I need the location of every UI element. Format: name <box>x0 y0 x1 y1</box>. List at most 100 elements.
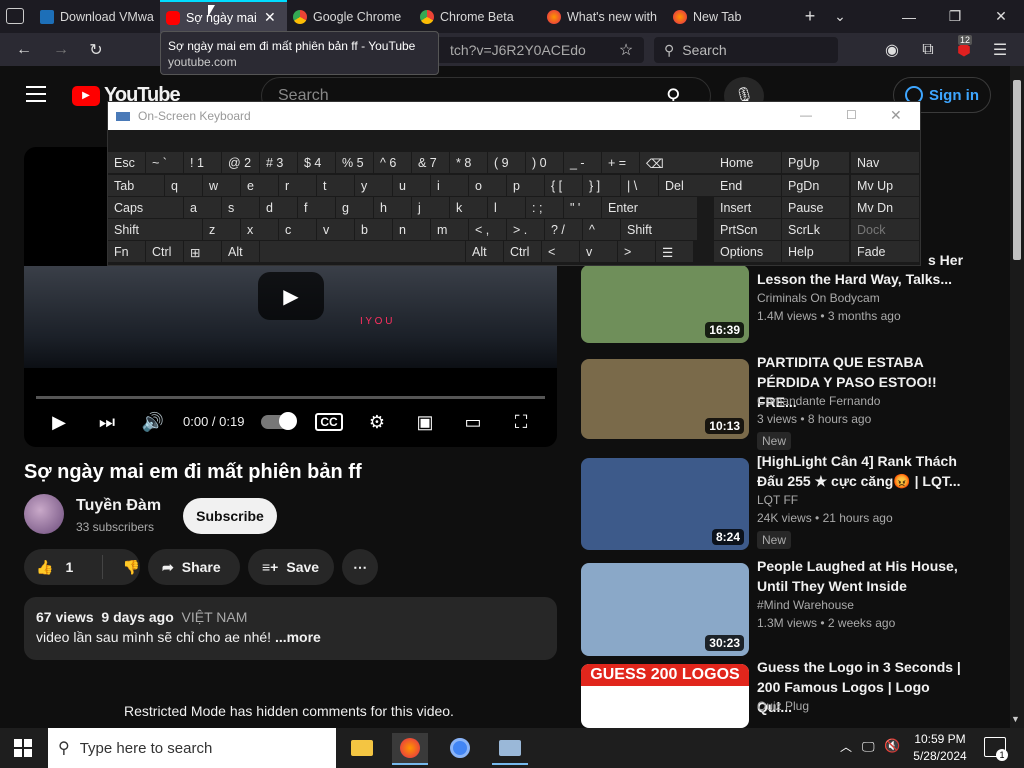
osk-nav-key[interactable]: Pause <box>782 197 850 218</box>
osk-key[interactable]: ⊞ <box>184 241 222 262</box>
osk-nav-key[interactable]: Insert <box>714 197 782 218</box>
osk-nav-key[interactable]: Help <box>782 241 850 262</box>
close-tab-icon[interactable]: ✕ <box>264 9 276 26</box>
tab-google-chrome[interactable]: Google Chrome <box>287 0 413 33</box>
osk-key[interactable]: ☰ <box>656 241 694 262</box>
osk-key[interactable]: p <box>507 175 545 196</box>
osk-key[interactable] <box>260 241 466 262</box>
scroll-down-arrow-icon[interactable]: ▼ <box>1011 714 1020 724</box>
osk-key[interactable]: & 7 <box>412 152 450 173</box>
extensions-puzzle-icon[interactable]: ⧉ <box>916 38 940 62</box>
osk-key[interactable]: j <box>412 197 450 218</box>
tab-download-vmware[interactable]: Download VMwa <box>34 0 160 33</box>
fullscreen-icon[interactable]: ⛶ <box>506 410 536 434</box>
osk-nav-key[interactable]: Home <box>714 152 782 173</box>
chrome-taskbar-icon[interactable] <box>442 733 478 763</box>
osk-nav-key[interactable]: Options <box>714 241 782 262</box>
osk-key[interactable]: b <box>355 219 393 240</box>
osk-nav-key[interactable]: Nav <box>851 152 920 173</box>
forward-arrow-icon[interactable]: → <box>49 38 73 62</box>
reload-icon[interactable]: ↻ <box>84 38 108 62</box>
osk-key[interactable]: # 3 <box>260 152 298 173</box>
osk-key[interactable]: Enter <box>602 197 698 218</box>
osk-key[interactable]: > <box>618 241 656 262</box>
osk-key[interactable]: n <box>393 219 431 240</box>
app-menu-hamburger-icon[interactable]: ☰ <box>988 38 1012 62</box>
scrollbar-thumb[interactable] <box>1013 80 1021 260</box>
osk-key[interactable]: d <box>260 197 298 218</box>
taskbar-clock[interactable]: 10:59 PM 5/28/2024 <box>905 731 975 765</box>
firefox-taskbar-icon[interactable] <box>392 733 428 765</box>
osk-key[interactable]: ⌫ <box>640 152 716 173</box>
settings-gear-icon[interactable]: ⚙ <box>362 410 392 434</box>
captions-cc-icon[interactable]: CC <box>314 410 344 434</box>
tab-chrome-beta[interactable]: Chrome Beta <box>414 0 540 33</box>
osk-key[interactable]: x <box>241 219 279 240</box>
osk-key[interactable]: c <box>279 219 317 240</box>
recommendation-title[interactable]: [HighLight Cân 4] Rank Thách <box>757 451 967 471</box>
osk-key[interactable]: Alt <box>466 241 504 262</box>
tab-overview-icon[interactable] <box>6 8 24 24</box>
recommendation-thumbnail[interactable]: 8:24 <box>581 458 749 550</box>
volume-icon[interactable]: 🔊 <box>138 410 168 434</box>
osk-key[interactable]: + = <box>602 152 640 173</box>
osk-key[interactable]: i <box>431 175 469 196</box>
tab-youtube-video[interactable]: Sợ ngày mai ✕ <box>160 0 287 33</box>
play-button-icon[interactable]: ▶ <box>44 410 74 434</box>
share-button[interactable]: ➦ Share <box>148 549 240 585</box>
network-icon[interactable]: 🖵 <box>862 739 875 755</box>
osk-key[interactable]: Shift <box>108 219 203 240</box>
show-more-link[interactable]: ...more <box>275 629 321 645</box>
subscribe-button[interactable]: Subscribe <box>183 498 277 534</box>
osk-nav-key[interactable]: End <box>714 175 782 196</box>
recommendation-thumbnail[interactable]: 30:23 <box>581 563 749 656</box>
osk-key[interactable]: * 8 <box>450 152 488 173</box>
video-progress-bar[interactable] <box>36 396 545 399</box>
thumbs-down-icon[interactable]: 👎 <box>123 559 140 576</box>
osk-key[interactable]: a <box>184 197 222 218</box>
recommendation-thumbnail[interactable]: 16:39 <box>581 265 749 343</box>
osk-key[interactable]: w <box>203 175 241 196</box>
big-play-button[interactable]: ▶ <box>258 272 324 320</box>
osk-key[interactable]: m <box>431 219 469 240</box>
osk-key[interactable]: $ 4 <box>298 152 336 173</box>
osk-nav-key[interactable]: PgUp <box>782 152 850 173</box>
osk-nav-key[interactable]: ScrLk <box>782 219 850 240</box>
osk-key[interactable]: < <box>542 241 580 262</box>
guide-menu-icon[interactable] <box>26 86 46 102</box>
osk-key[interactable]: ^ <box>583 219 621 240</box>
browser-search-bar[interactable]: ⚲ Search <box>654 37 838 63</box>
osk-key[interactable]: v <box>580 241 618 262</box>
recommendation-title[interactable]: Lesson the Hard Way, Talks... <box>757 269 967 289</box>
save-button[interactable]: ≡+ Save <box>248 549 334 585</box>
recommendation-partial-title[interactable]: s Her <box>928 250 968 270</box>
osk-key[interactable]: ) 0 <box>526 152 564 173</box>
osk-nav-key[interactable]: Fade <box>851 241 920 262</box>
osk-nav-key[interactable]: PrtScn <box>714 219 782 240</box>
osk-key[interactable]: v <box>317 219 355 240</box>
osk-key[interactable]: y <box>355 175 393 196</box>
osk-key[interactable]: Tab <box>108 175 165 196</box>
osk-key[interactable]: l <box>488 197 526 218</box>
osk-key[interactable]: ! 1 <box>184 152 222 173</box>
osk-key[interactable]: h <box>374 197 412 218</box>
osk-key[interactable]: { [ <box>545 175 583 196</box>
osk-key[interactable]: Ctrl <box>504 241 542 262</box>
volume-muted-icon[interactable]: 🔇 <box>884 738 900 754</box>
osk-nav-key[interactable]: Dock <box>851 219 920 240</box>
osk-key[interactable]: Caps <box>108 197 184 218</box>
recommendation-title[interactable]: Guess the Logo in 3 Seconds | <box>757 657 967 677</box>
osk-key[interactable]: _ - <box>564 152 602 173</box>
osk-key[interactable]: > . <box>507 219 545 240</box>
show-hidden-icons-chevron-icon[interactable]: ︿ <box>840 738 852 755</box>
osk-key[interactable]: k <box>450 197 488 218</box>
osk-key[interactable]: ( 9 <box>488 152 526 173</box>
osk-key[interactable]: g <box>336 197 374 218</box>
osk-key[interactable]: | \ <box>621 175 659 196</box>
osk-key[interactable]: r <box>279 175 317 196</box>
description-box[interactable]: 67 views 9 days ago VIỆT NAM video lần s… <box>24 597 557 660</box>
osk-key[interactable]: Esc <box>108 152 146 173</box>
osk-taskbar-icon[interactable] <box>492 733 528 765</box>
osk-key[interactable]: s <box>222 197 260 218</box>
windows-start-icon[interactable] <box>14 739 32 757</box>
